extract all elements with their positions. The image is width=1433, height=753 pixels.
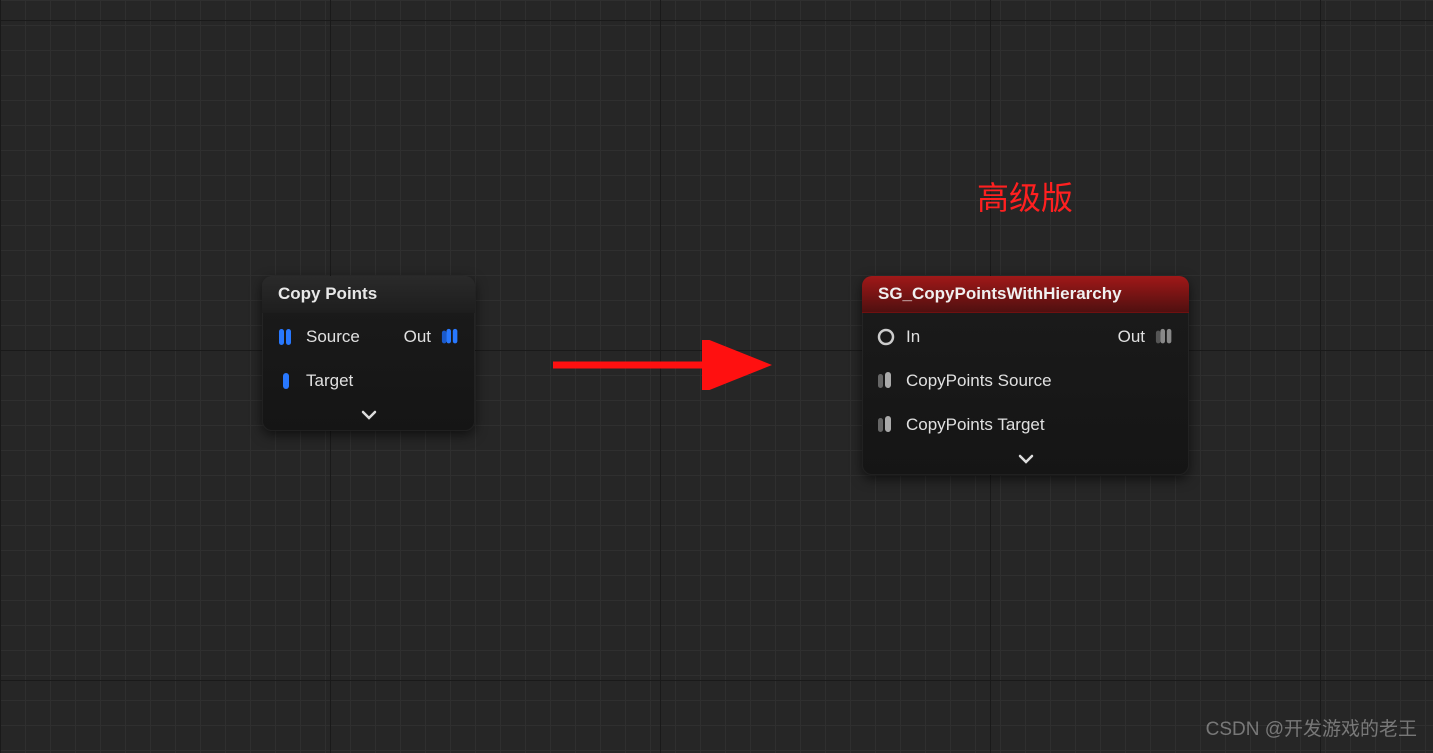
pin-label: Source bbox=[306, 327, 360, 347]
pin-icon-grey bbox=[876, 415, 896, 435]
pin-icon-circle bbox=[876, 327, 896, 347]
node-copy-points[interactable]: Copy Points Source bbox=[262, 276, 475, 431]
pin-icon-grey-multi bbox=[1155, 327, 1175, 347]
node-sg-copy-points-hierarchy[interactable]: SG_CopyPointsWithHierarchy In bbox=[862, 276, 1189, 475]
pin-out[interactable]: Out bbox=[404, 327, 461, 347]
pin-label: Out bbox=[1118, 327, 1145, 347]
node-body: Source Out Tar bbox=[262, 313, 475, 403]
node-body: In Out bbox=[862, 313, 1189, 447]
pin-copy-target[interactable]: CopyPoints Target bbox=[876, 415, 1045, 435]
node-title: Copy Points bbox=[262, 276, 475, 313]
pin-target[interactable]: Target bbox=[276, 371, 353, 391]
pin-copy-source[interactable]: CopyPoints Source bbox=[876, 371, 1052, 391]
pin-icon-blue bbox=[276, 327, 296, 347]
pin-icon-blue-multi bbox=[441, 327, 461, 347]
pin-icon-grey bbox=[876, 371, 896, 391]
pin-in[interactable]: In bbox=[876, 327, 920, 347]
watermark: CSDN @开发游戏的老王 bbox=[1206, 714, 1417, 741]
pin-out[interactable]: Out bbox=[1118, 327, 1175, 347]
pin-label: CopyPoints Source bbox=[906, 371, 1052, 391]
expand-chevron-icon[interactable] bbox=[862, 447, 1189, 475]
expand-chevron-icon[interactable] bbox=[262, 403, 475, 431]
pin-label: Out bbox=[404, 327, 431, 347]
pin-label: In bbox=[906, 327, 920, 347]
annotation-label: 高级版 bbox=[977, 173, 1073, 219]
pin-icon-blue-single bbox=[276, 371, 296, 391]
pin-label: Target bbox=[306, 371, 353, 391]
arrow-annotation bbox=[548, 340, 788, 390]
pin-source[interactable]: Source bbox=[276, 327, 360, 347]
pin-label: CopyPoints Target bbox=[906, 415, 1045, 435]
node-title: SG_CopyPointsWithHierarchy bbox=[862, 276, 1189, 313]
